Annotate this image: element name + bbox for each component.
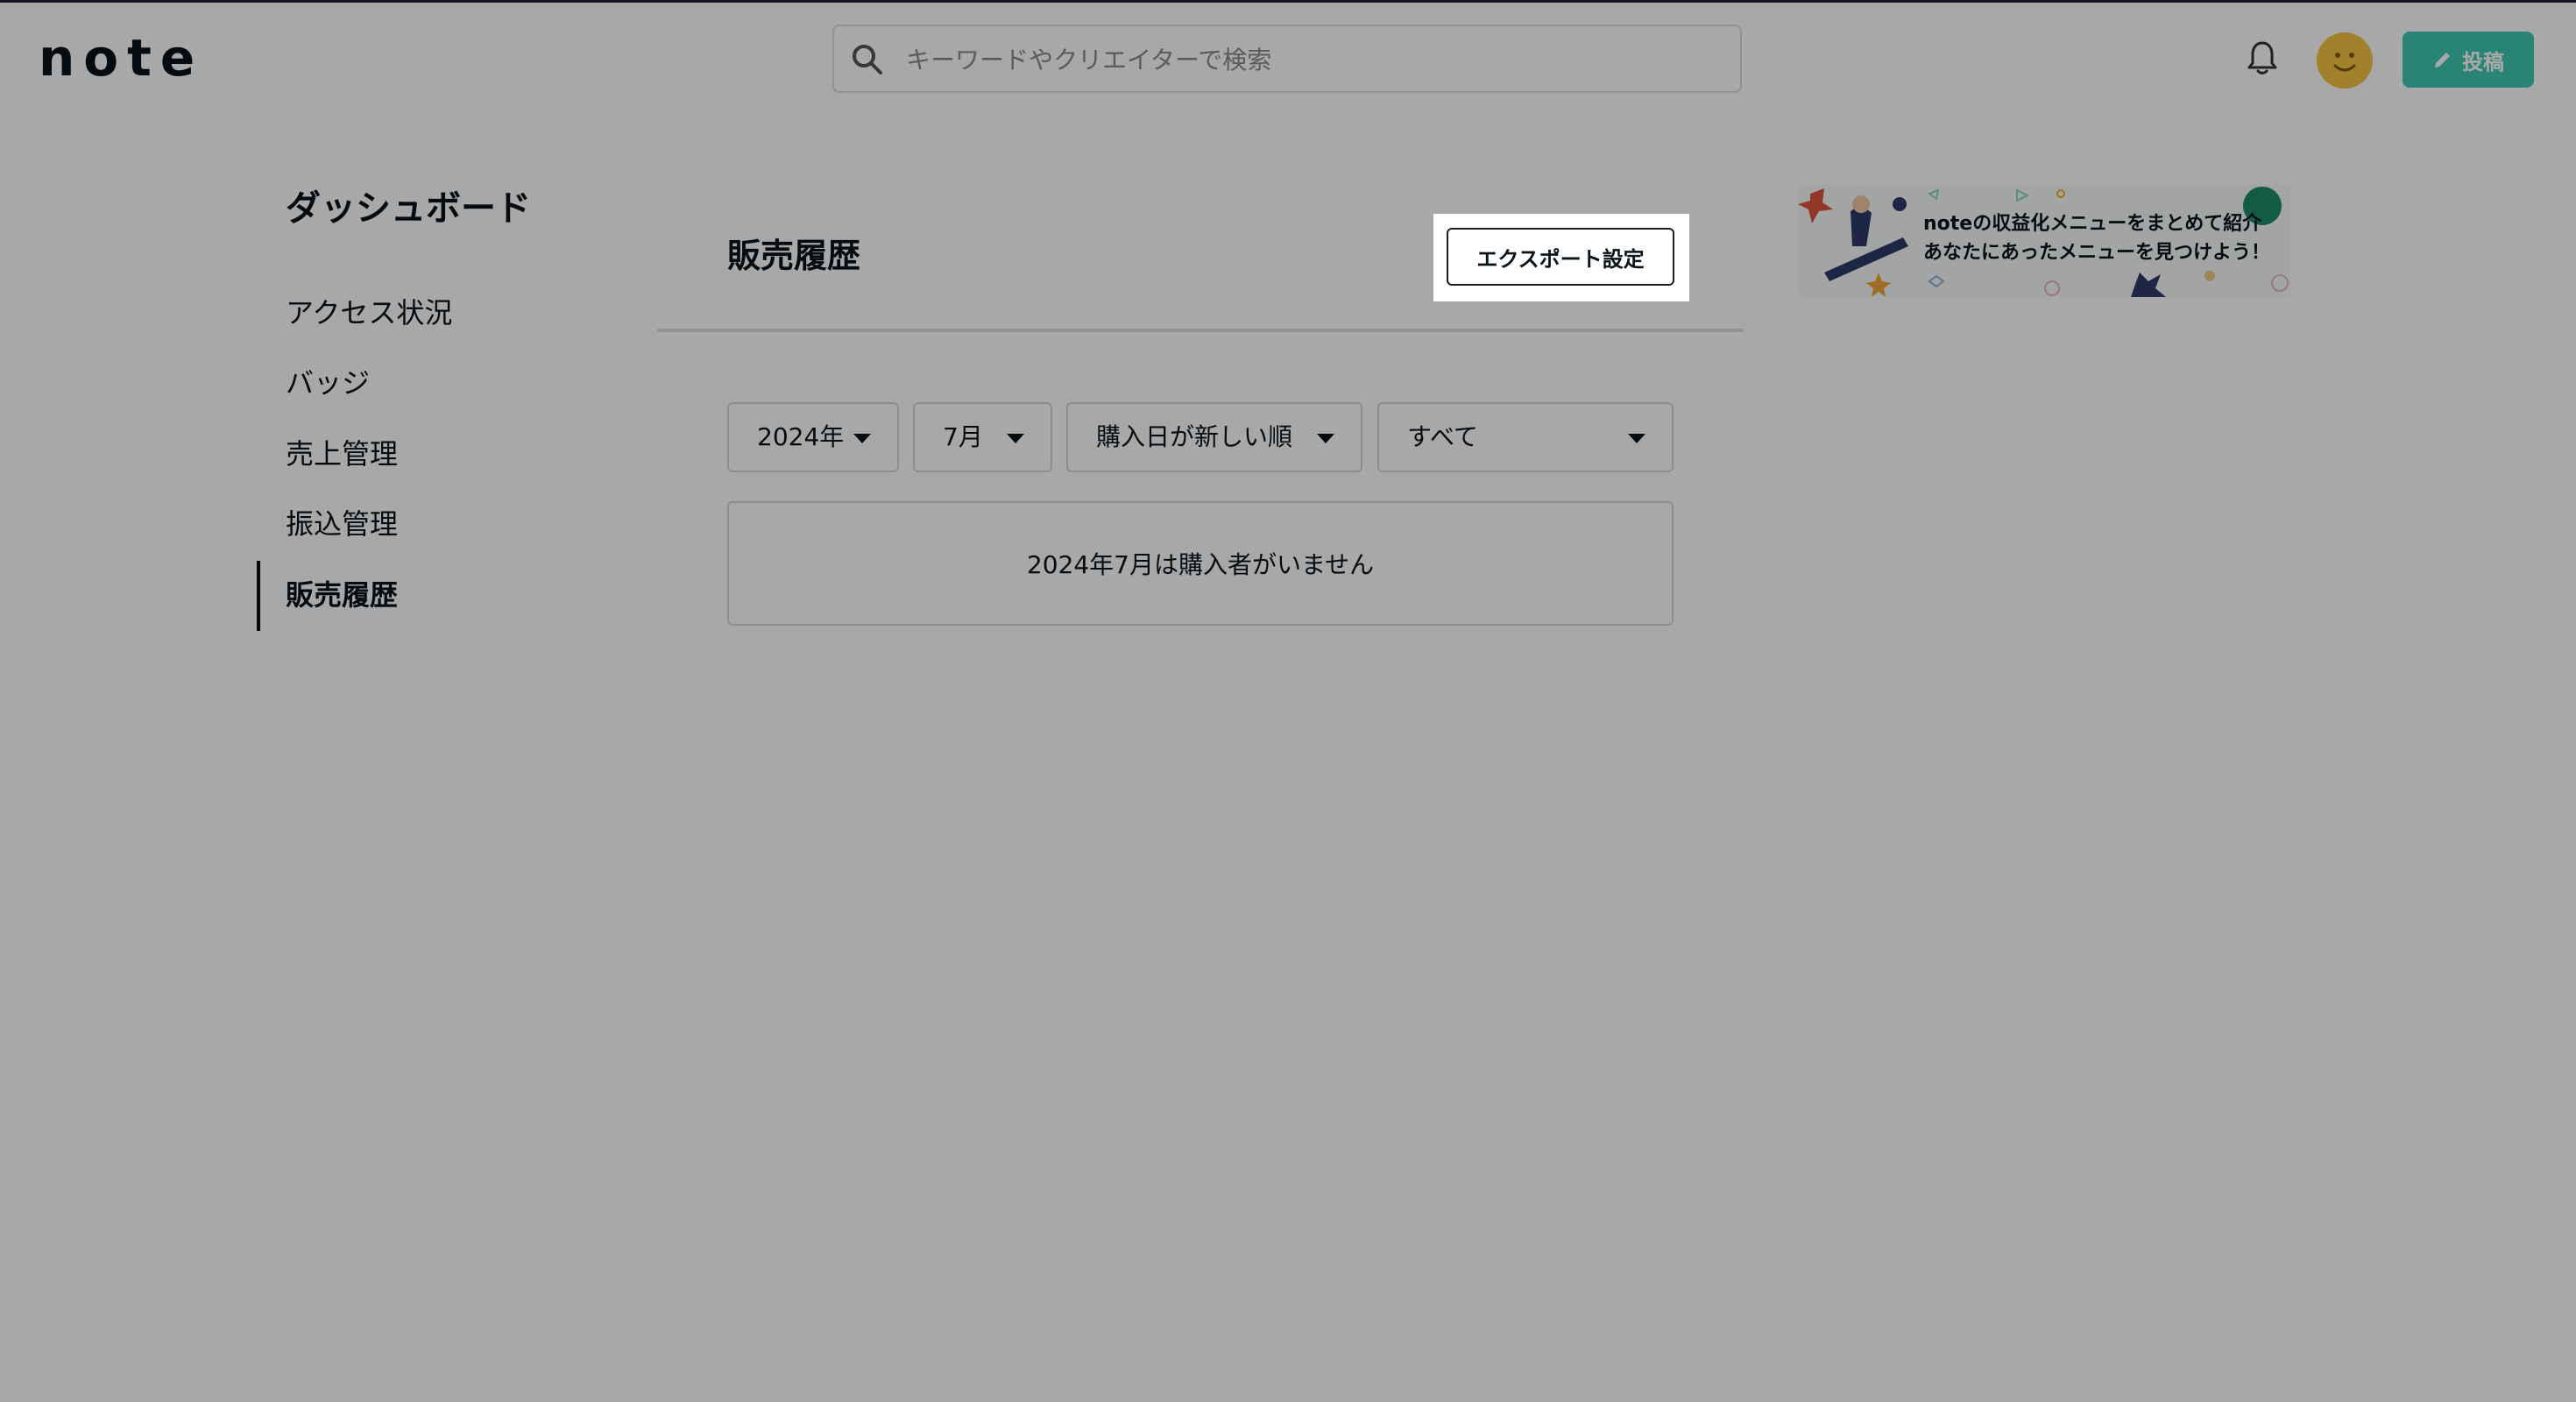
bell-icon[interactable] [2247, 39, 2277, 76]
empty-message: 2024年7月は購入者がいません [727, 501, 1674, 626]
type-select[interactable]: すべて [1377, 402, 1674, 472]
year-select[interactable]: 2024年 [727, 402, 899, 472]
year-select-value: 2024年 [757, 422, 845, 451]
type-select-value: すべて [1407, 422, 1478, 451]
sidebar-item-access[interactable]: アクセス状況 [286, 292, 452, 334]
sidebar-item-sales-history[interactable]: 販売履歴 [286, 574, 398, 616]
month-select-value: 7月 [943, 422, 983, 451]
page-title: 販売履歴 [727, 237, 861, 275]
pencil-icon [2435, 53, 2450, 67]
chevron-down-icon [1317, 434, 1334, 443]
sort-select-value: 購入日が新しい順 [1096, 422, 1293, 451]
search-box[interactable] [832, 25, 1742, 93]
month-select[interactable]: 7月 [913, 402, 1052, 472]
search-icon [853, 45, 882, 74]
sort-select[interactable]: 購入日が新しい順 [1066, 402, 1362, 472]
card-divider [657, 329, 1744, 332]
banner-line-2: あなたにあったメニューを見つけよう！ [1923, 242, 2271, 264]
post-button-label: 投稿 [2462, 49, 2504, 74]
chevron-down-icon [1007, 434, 1024, 443]
page: note 投稿 ダッシュボード アクセス状況 [0, 0, 2576, 1402]
sidebar-item-sales[interactable]: 売上管理 [286, 433, 398, 475]
export-highlight: エクスポート設定 [1433, 214, 1689, 301]
post-button[interactable]: 投稿 [2403, 32, 2534, 88]
banner-line-1: noteの収益化メニューをまとめて紹介 [1923, 213, 2262, 235]
sidebar-active-indicator [257, 561, 260, 631]
monetization-banner[interactable]: noteの収益化メニューをまとめて紹介 あなたにあったメニューを見つけよう！ [1798, 185, 2290, 297]
sidebar-item-transfer[interactable]: 振込管理 [286, 503, 398, 545]
search-input[interactable] [904, 39, 1723, 81]
sidebar-item-badge[interactable]: バッジ [286, 362, 370, 404]
banner-text: noteの収益化メニューをまとめて紹介 あなたにあったメニューを見つけよう！ [1923, 209, 2270, 267]
chevron-down-icon [853, 434, 871, 443]
export-settings-button[interactable]: エクスポート設定 [1447, 228, 1674, 286]
sidebar-title: ダッシュボード [286, 188, 531, 229]
note-logo[interactable]: note [39, 27, 203, 89]
avatar[interactable] [2317, 32, 2373, 89]
header: note 投稿 [0, 3, 2576, 114]
smile-icon [2333, 53, 2356, 72]
chevron-down-icon [1628, 434, 1645, 443]
